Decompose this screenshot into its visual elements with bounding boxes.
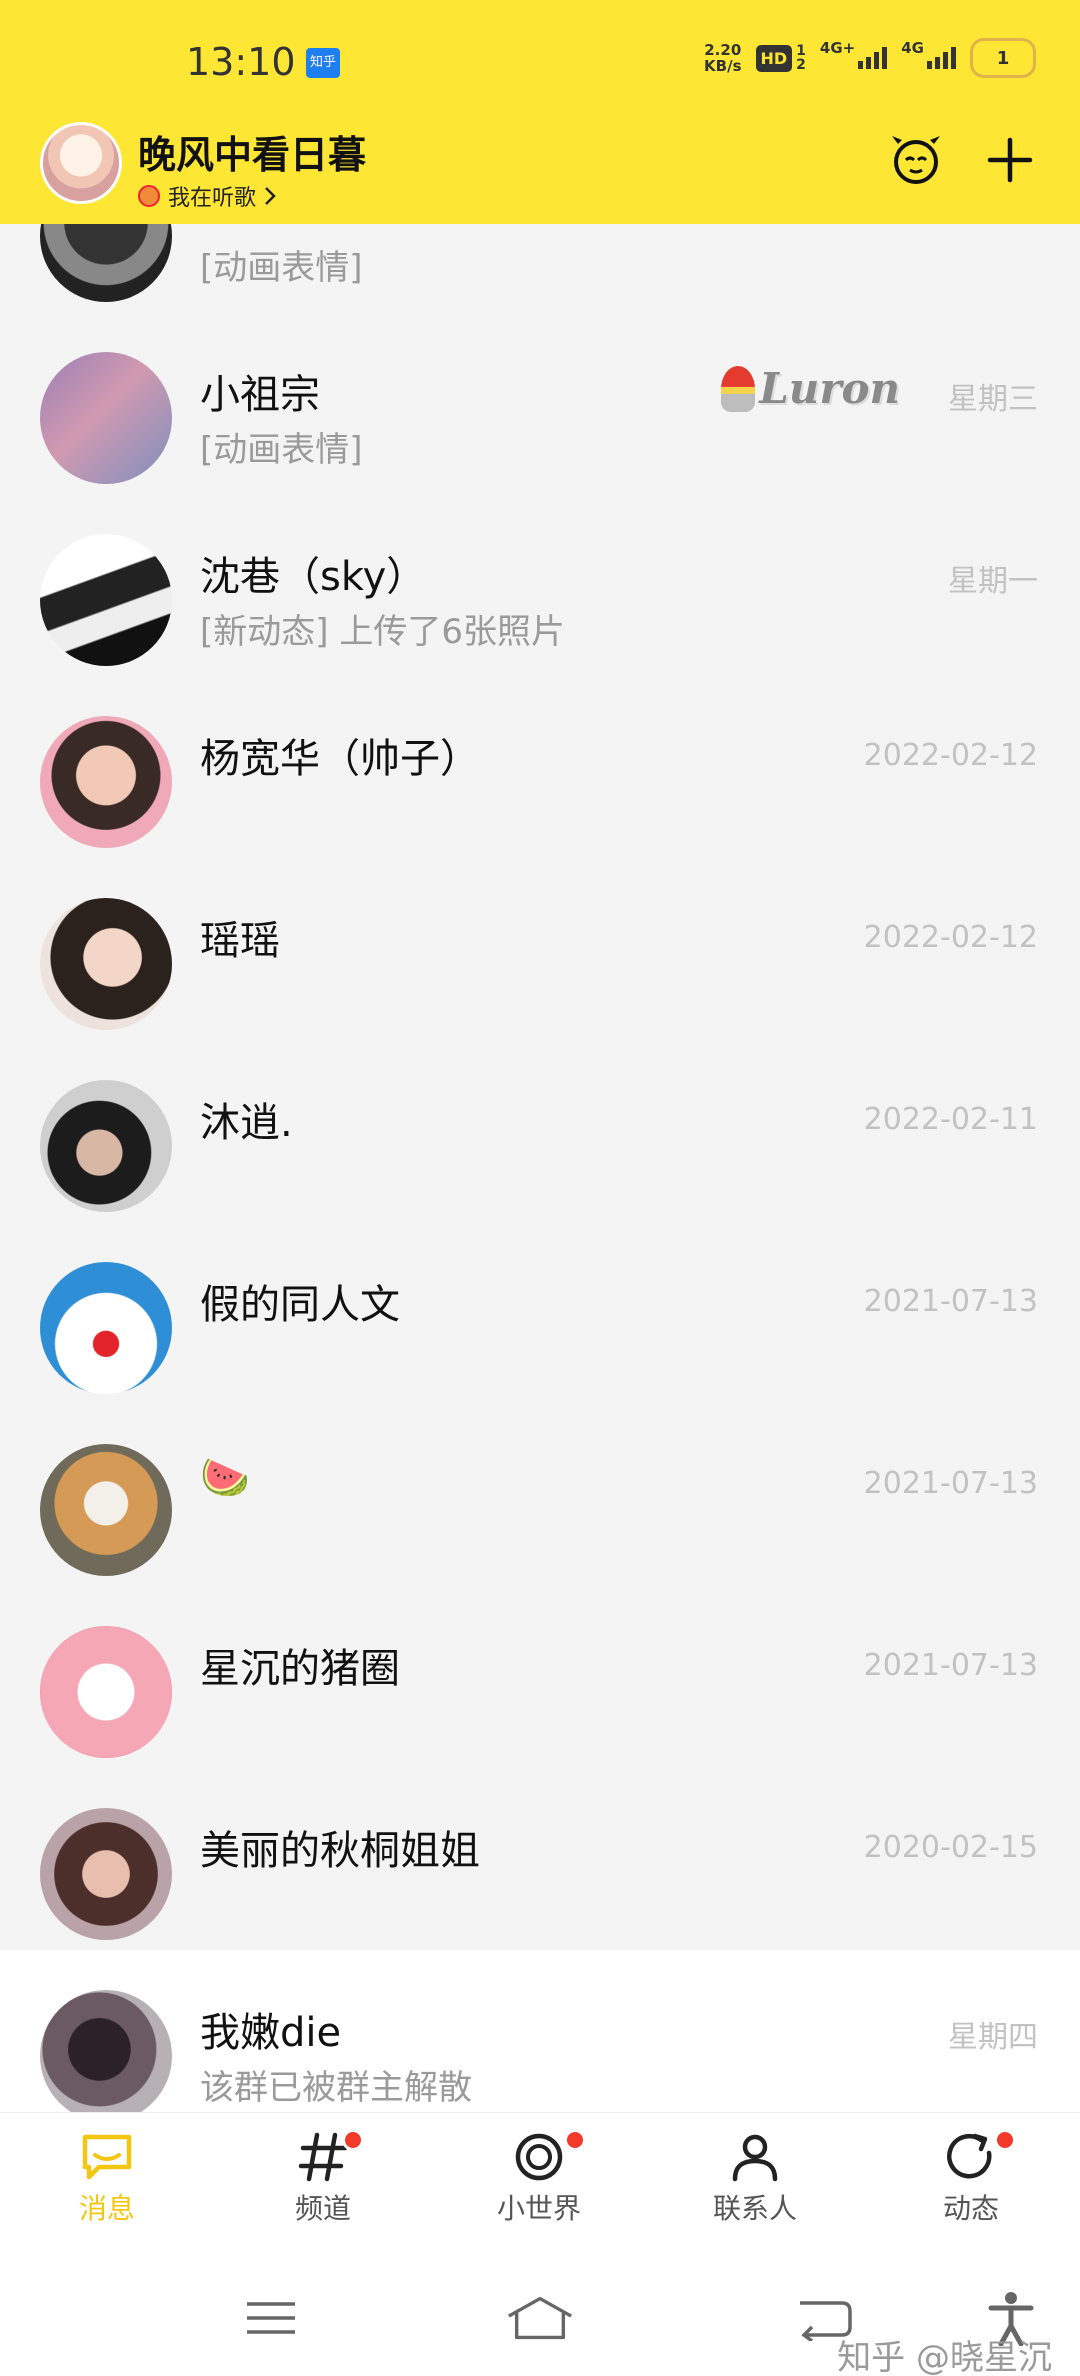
- conversation-name: 假的同人文: [200, 1282, 400, 1328]
- conversation-list[interactable]: [动画表情] 小祖宗 [动画表情] Luron 星期三 沈巷（sky） [新动态…: [0, 224, 1080, 2112]
- tab-messages-label: 消息: [78, 2192, 135, 2225]
- battery-icon: 1: [970, 38, 1036, 78]
- net-speed: 2.20 KB/s: [704, 42, 741, 74]
- contact-avatar: [40, 1808, 172, 1940]
- add-icon[interactable]: [980, 130, 1040, 190]
- top-header: 13:10 知乎 2.20 KB/s HD 1 2 4G+ 4G 1 晚风中看日…: [0, 0, 1080, 224]
- group-avatar: [40, 1990, 172, 2112]
- conversation-name: 杨宽华（帅子）: [200, 736, 480, 782]
- tab-small-world-label: 小世界: [496, 2192, 581, 2225]
- moments-badge: [994, 2129, 1016, 2151]
- contact-avatar: [40, 716, 172, 848]
- small-world-icon: [515, 2133, 563, 2181]
- contact-avatar: [40, 534, 172, 666]
- conversation-name: 沈巷（sky）: [200, 554, 427, 600]
- conversation-time: 星期一: [948, 564, 1038, 599]
- status-time: 13:10: [186, 40, 296, 84]
- hd-icon: HD: [755, 44, 793, 72]
- conversation-preview: [动画表情]: [200, 430, 363, 470]
- conversation-row[interactable]: 美丽的秋桐姐姐 2020-02-15: [0, 1768, 1080, 1950]
- status-indicators: 2.20 KB/s HD 1 2 4G+ 4G 1: [704, 38, 1036, 78]
- decoration-text: Luron: [759, 364, 900, 413]
- conversation-preview: 该群已被群主解散: [200, 2068, 472, 2108]
- conversation-time: 2021-07-13: [863, 1284, 1038, 1319]
- conversation-row[interactable]: 小祖宗 [动画表情] Luron 星期三: [0, 312, 1080, 494]
- message-icon: [82, 2134, 132, 2180]
- profile-name[interactable]: 晚风中看日暮: [138, 124, 366, 179]
- contact-avatar: [40, 1262, 172, 1394]
- tab-contacts[interactable]: 联系人: [680, 2131, 830, 2227]
- conversation-row[interactable]: 瑶瑶 2022-02-12: [0, 858, 1080, 1040]
- small-world-badge: [564, 2129, 586, 2151]
- contact-avatar: [40, 1080, 172, 1212]
- tab-moments[interactable]: 动态: [896, 2129, 1046, 2227]
- conversation-name: 瑶瑶: [200, 918, 280, 964]
- conversation-preview: [动画表情]: [200, 248, 363, 288]
- tab-channels[interactable]: 频道: [248, 2129, 398, 2227]
- bear-face-icon[interactable]: [886, 130, 946, 190]
- contact-avatar: [40, 1626, 172, 1758]
- conversation-row[interactable]: 沈巷（sky） [新动态] 上传了6张照片 星期一: [0, 494, 1080, 676]
- conversation-row[interactable]: 星沉的猪圈 2021-07-13: [0, 1586, 1080, 1768]
- menu-nav-icon[interactable]: [236, 2288, 306, 2348]
- conversation-row[interactable]: [动画表情]: [0, 224, 1080, 312]
- tab-messages[interactable]: 消息: [32, 2131, 182, 2227]
- channels-badge: [342, 2129, 364, 2151]
- conversation-time: 星期四: [948, 2020, 1038, 2055]
- chevron-right-icon: [265, 187, 276, 205]
- listening-status-label: 我在听歌: [168, 186, 257, 211]
- signal-4g-plus-icon: 4G+: [820, 39, 888, 69]
- zhihu-notification-icon: 知乎: [306, 48, 340, 78]
- contact-avatar: [40, 352, 172, 484]
- contact-avatar: [40, 898, 172, 1030]
- zhihu-watermark: 知乎 @晓星沉: [837, 2338, 1052, 2376]
- conversation-time: 2021-07-13: [863, 1648, 1038, 1683]
- ice-cream-icon: [721, 365, 756, 412]
- hd-sim-icon: 1 2: [796, 43, 806, 73]
- conversation-time: 2022-02-12: [863, 920, 1038, 955]
- conversation-name: 小祖宗: [200, 372, 320, 418]
- contacts-icon: [732, 2134, 778, 2182]
- conversation-name: 沐逍.: [200, 1100, 293, 1146]
- tab-contacts-label: 联系人: [712, 2192, 797, 2225]
- net-speed-value: 2.20: [704, 41, 742, 59]
- profile-avatar[interactable]: [40, 122, 122, 204]
- moments-icon: [947, 2133, 992, 2179]
- listening-status[interactable]: 我在听歌: [138, 180, 276, 212]
- conversation-name: 🍉: [200, 1455, 250, 1501]
- conversation-preview: [新动态] 上传了6张照片: [200, 612, 565, 652]
- tab-small-world[interactable]: 小世界: [464, 2129, 614, 2227]
- conversation-row[interactable]: 🍉 2021-07-13: [0, 1404, 1080, 1586]
- conversation-row[interactable]: 沐逍. 2022-02-11: [0, 1040, 1080, 1222]
- conversation-name: 星沉的猪圈: [200, 1646, 400, 1692]
- name-decoration: Luron: [721, 364, 900, 413]
- conversation-row[interactable]: 我嫩die 该群已被群主解散 星期四: [0, 1950, 1080, 2112]
- bottom-tab-bar: 消息 频道 小世界 联系人 动态: [0, 2112, 1080, 2260]
- music-status-icon: [138, 185, 160, 207]
- conversation-row[interactable]: 假的同人文 2021-07-13: [0, 1222, 1080, 1404]
- conversation-name: 美丽的秋桐姐姐: [200, 1828, 480, 1874]
- conversation-time: 2022-02-11: [863, 1102, 1038, 1137]
- conversation-time: 星期三: [948, 382, 1038, 417]
- conversation-time: 2020-02-15: [863, 1830, 1038, 1865]
- conversation-time: 2021-07-13: [863, 1466, 1038, 1501]
- home-nav-icon[interactable]: [505, 2288, 575, 2348]
- tab-moments-label: 动态: [942, 2192, 999, 2225]
- contact-avatar: [40, 1444, 172, 1576]
- signal-4g-icon: 4G: [901, 39, 956, 69]
- net-speed-unit: KB/s: [704, 57, 742, 75]
- contact-avatar: [40, 224, 172, 302]
- conversation-row[interactable]: 杨宽华（帅子） 2022-02-12: [0, 676, 1080, 858]
- conversation-time: 2022-02-12: [863, 738, 1038, 773]
- tab-channels-label: 频道: [294, 2192, 351, 2225]
- conversation-name: 我嫩die: [200, 2010, 342, 2056]
